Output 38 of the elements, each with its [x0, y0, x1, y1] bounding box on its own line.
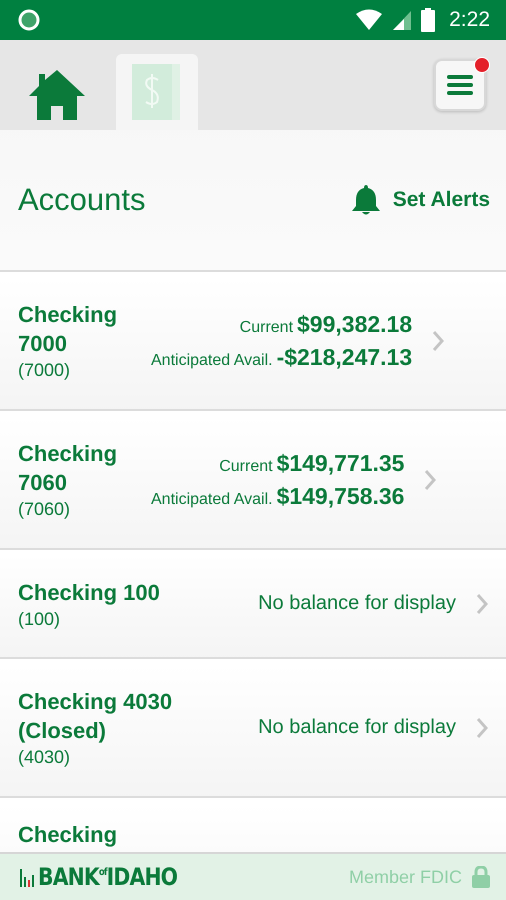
account-name: Checking 7000 [18, 301, 118, 358]
page-title: Accounts [18, 182, 147, 218]
battery-icon [421, 8, 436, 32]
money-icon [132, 62, 182, 122]
record-icon [18, 9, 40, 31]
wifi-icon [355, 9, 384, 31]
chevron-icon [476, 716, 488, 738]
balance-label: Anticipated Avail. [151, 490, 273, 508]
balance-label: Current [219, 458, 273, 476]
menu-icon [447, 74, 473, 96]
clock-time: 2:22 [449, 8, 490, 32]
balance-label: Anticipated Avail. [151, 352, 273, 370]
home-icon [27, 68, 87, 120]
balance-label: Current [240, 318, 294, 336]
lock-icon [472, 866, 490, 888]
account-number: (7000) [18, 360, 72, 381]
balance-message: No balance for display [258, 716, 456, 739]
signal-icon [391, 9, 414, 31]
chevron-icon [476, 592, 488, 614]
chevron-icon [432, 330, 444, 352]
chevron-icon [424, 468, 436, 490]
account-name: Checking [18, 821, 118, 849]
account-number: (7060) [18, 499, 72, 520]
bell-icon [350, 184, 381, 216]
bank-logo-text: BANK$^{of}$IDAHO [38, 863, 178, 891]
balance-amount: $149,771.35 [276, 450, 404, 476]
account-name: Checking 100 [18, 578, 161, 606]
balance-amount: -$218,247.13 [276, 344, 412, 370]
account-number: (4030) [18, 747, 72, 768]
member-fdic-text: Member FDIC [348, 866, 462, 888]
account-number: (100) [18, 608, 62, 630]
account-name: Checking 7060 [18, 440, 118, 497]
account-name: Checking 4030 (Closed) [18, 688, 174, 745]
bar-chart-icon [20, 867, 34, 887]
balance-amount: $149,758.36 [276, 482, 404, 510]
balance-message: No balance for display [258, 592, 456, 615]
balance-amount: $99,382.18 [297, 310, 412, 338]
set-alerts-button[interactable]: Set Alerts [350, 184, 490, 216]
